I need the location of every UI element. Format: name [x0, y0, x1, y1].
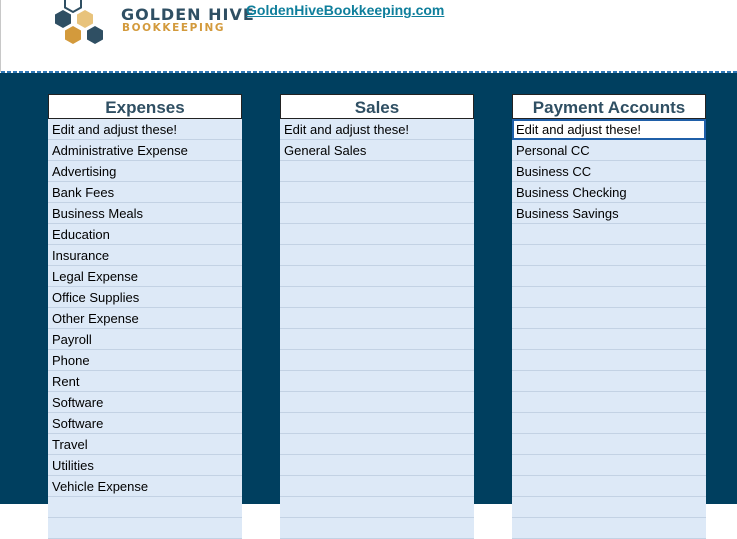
- list-cell[interactable]: Office Supplies: [48, 287, 242, 308]
- list-cell[interactable]: [280, 329, 474, 350]
- list-cell[interactable]: [280, 182, 474, 203]
- list-cell[interactable]: [280, 224, 474, 245]
- list-cell[interactable]: [280, 455, 474, 476]
- list-cell[interactable]: Software: [48, 392, 242, 413]
- brand-subtitle: BOOKKEEPING: [122, 22, 226, 34]
- list-cell[interactable]: Rent: [48, 371, 242, 392]
- list-cell[interactable]: Business Savings: [512, 203, 706, 224]
- list-cell[interactable]: [280, 434, 474, 455]
- list-cell[interactable]: [512, 392, 706, 413]
- list-cell[interactable]: [280, 518, 474, 539]
- list-cell[interactable]: Legal Expense: [48, 266, 242, 287]
- list-cell[interactable]: Travel: [48, 434, 242, 455]
- list-cell[interactable]: Phone: [48, 350, 242, 371]
- list-cell[interactable]: [280, 287, 474, 308]
- list-cell[interactable]: [280, 392, 474, 413]
- column-header-expenses: Expenses: [48, 94, 242, 119]
- list-cell[interactable]: [280, 266, 474, 287]
- payment-accounts-column: Payment Accounts Edit and adjust these! …: [512, 94, 706, 539]
- list-cell[interactable]: Business CC: [512, 161, 706, 182]
- list-cell[interactable]: Utilities: [48, 455, 242, 476]
- payment-accounts-list: Edit and adjust these! Personal CC Busin…: [512, 119, 706, 539]
- list-cell[interactable]: [512, 329, 706, 350]
- list-cell[interactable]: [280, 350, 474, 371]
- list-cell[interactable]: Personal CC: [512, 140, 706, 161]
- list-cell[interactable]: [512, 455, 706, 476]
- list-cell[interactable]: Software: [48, 413, 242, 434]
- header-bar: GOLDEN HIVE BOOKKEEPING GoldenHiveBookke…: [0, 0, 737, 73]
- sales-column: Sales Edit and adjust these! General Sal…: [280, 94, 474, 539]
- list-cell[interactable]: Payroll: [48, 329, 242, 350]
- list-cell[interactable]: [48, 497, 242, 518]
- list-cell[interactable]: Advertising: [48, 161, 242, 182]
- list-cell[interactable]: [512, 308, 706, 329]
- list-cell[interactable]: [512, 476, 706, 497]
- list-cell[interactable]: Other Expense: [48, 308, 242, 329]
- list-cell-selected[interactable]: Edit and adjust these!: [512, 119, 706, 140]
- list-cell[interactable]: General Sales: [280, 140, 474, 161]
- list-cell[interactable]: Business Meals: [48, 203, 242, 224]
- column-header-payment-accounts: Payment Accounts: [512, 94, 706, 119]
- list-cell[interactable]: [280, 497, 474, 518]
- list-cell[interactable]: [280, 203, 474, 224]
- list-cell[interactable]: [512, 266, 706, 287]
- sales-list: Edit and adjust these! General Sales: [280, 119, 474, 539]
- golden-hive-logo: GOLDEN HIVE BOOKKEEPING: [49, 0, 254, 52]
- list-cell[interactable]: Edit and adjust these!: [280, 119, 474, 140]
- list-cell[interactable]: [280, 413, 474, 434]
- list-cell[interactable]: Insurance: [48, 245, 242, 266]
- list-cell[interactable]: [280, 476, 474, 497]
- list-cell[interactable]: Edit and adjust these!: [48, 119, 242, 140]
- column-header-sales: Sales: [280, 94, 474, 119]
- list-cell[interactable]: Administrative Expense: [48, 140, 242, 161]
- list-cell[interactable]: [48, 518, 242, 539]
- website-link[interactable]: GoldenHiveBookkeeping.com: [246, 2, 444, 18]
- list-cell[interactable]: [512, 434, 706, 455]
- list-cell[interactable]: [512, 287, 706, 308]
- list-cell[interactable]: [512, 371, 706, 392]
- list-cell[interactable]: Vehicle Expense: [48, 476, 242, 497]
- list-cell[interactable]: [512, 413, 706, 434]
- list-cell[interactable]: [280, 245, 474, 266]
- list-cell[interactable]: Business Checking: [512, 182, 706, 203]
- list-cell[interactable]: [280, 161, 474, 182]
- list-cell[interactable]: [512, 518, 706, 539]
- list-cell[interactable]: [512, 497, 706, 518]
- list-cell[interactable]: [280, 308, 474, 329]
- honeycomb-icon: [55, 0, 103, 44]
- list-cell[interactable]: [512, 224, 706, 245]
- list-cell[interactable]: [280, 371, 474, 392]
- list-cell[interactable]: Bank Fees: [48, 182, 242, 203]
- expenses-list: Edit and adjust these! Administrative Ex…: [48, 119, 242, 539]
- list-cell[interactable]: Education: [48, 224, 242, 245]
- list-cell[interactable]: [512, 350, 706, 371]
- expenses-column: Expenses Edit and adjust these! Administ…: [48, 94, 242, 539]
- list-cell[interactable]: [512, 245, 706, 266]
